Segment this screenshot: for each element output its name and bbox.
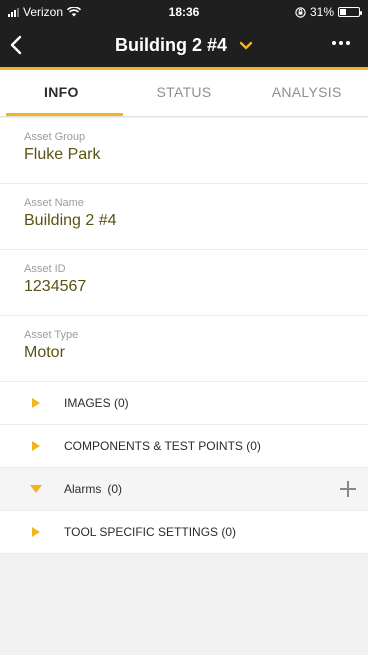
nav-bar: Building 2 #4: [0, 24, 368, 67]
tab-info[interactable]: INFO: [0, 70, 123, 116]
field-value: Building 2 #4: [24, 212, 117, 229]
section-label: COMPONENTS & TEST POINTS (0): [64, 439, 261, 453]
app-header: Verizon 18:36 31% Building 2 #4: [0, 0, 368, 70]
caret-right-icon: [32, 398, 40, 408]
ellipsis-icon: [332, 41, 336, 45]
battery-percent: 31%: [309, 5, 334, 19]
section-label: Alarms: [64, 482, 102, 496]
orientation-lock-icon: [295, 6, 306, 18]
section-components-test-points[interactable]: COMPONENTS & TEST POINTS (0): [0, 425, 368, 468]
section-images[interactable]: IMAGES (0): [0, 382, 368, 425]
field-label: Asset Name: [24, 197, 84, 209]
chevron-down-icon: [239, 41, 253, 49]
battery-icon: [338, 7, 362, 17]
field-value: 1234567: [24, 278, 87, 295]
status-right: 31%: [295, 5, 362, 19]
alarm-count: (0): [107, 482, 123, 496]
section-alarms[interactable]: Alarms (0): [0, 468, 368, 511]
field-label: Asset Group: [24, 131, 86, 143]
asset-name-field: Asset Name Building 2 #4: [0, 184, 368, 250]
caret-right-icon: [32, 441, 40, 451]
nav-title: Building 2 #4: [114, 35, 228, 55]
asset-id-field: Asset ID 1234567: [0, 250, 368, 316]
tab-analysis[interactable]: ANALYSIS: [245, 70, 368, 116]
field-label: Asset ID: [24, 263, 66, 275]
caret-right-icon: [32, 527, 40, 537]
field-value: Fluke Park: [24, 146, 101, 163]
section-tool-specific-settings[interactable]: TOOL SPECIFIC SETTINGS (0): [0, 511, 368, 554]
asset-title-dropdown[interactable]: Building 2 #4: [0, 35, 368, 56]
add-alarm-button[interactable]: [340, 481, 356, 497]
field-value: Motor: [24, 344, 65, 361]
battery-fill: [340, 9, 346, 15]
tab-bar: INFO STATUS ANALYSIS: [0, 70, 368, 117]
asset-group-field: Asset Group Fluke Park: [0, 118, 368, 184]
section-label: TOOL SPECIFIC SETTINGS (0): [64, 525, 237, 539]
status-bar: Verizon 18:36 31%: [0, 0, 368, 24]
asset-info-panel: Asset Group Fluke Park Asset Name Buildi…: [0, 118, 368, 554]
caret-down-icon: [30, 485, 42, 493]
section-label: IMAGES (0): [64, 396, 129, 410]
more-options-button[interactable]: [332, 38, 354, 48]
field-label: Asset Type: [24, 329, 79, 341]
asset-type-field: Asset Type Motor: [0, 316, 368, 382]
tab-status[interactable]: STATUS: [123, 70, 246, 116]
